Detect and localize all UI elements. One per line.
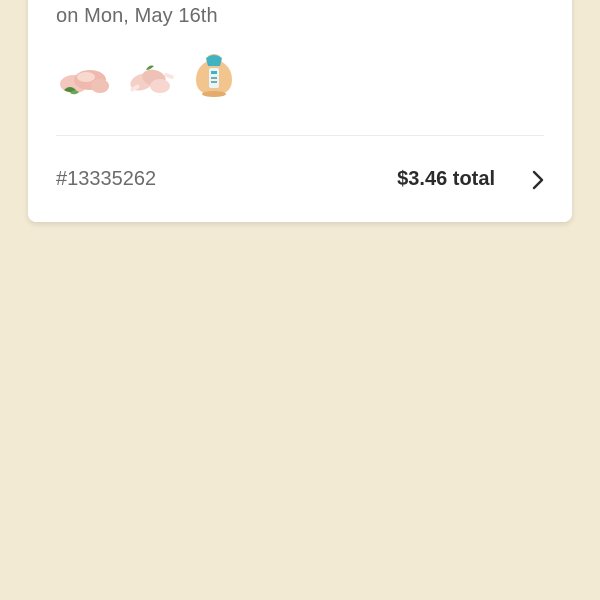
raw-chicken-drumsticks-image: [130, 65, 174, 93]
chevron-right-icon[interactable]: [528, 168, 548, 192]
packaged-whole-chicken-image: [196, 54, 232, 97]
raw-chicken-pieces-image: [60, 70, 109, 95]
order-total: $3.46 total: [397, 168, 495, 190]
order-item-thumbnails: [56, 50, 240, 102]
order-date: on Mon, May 16th: [56, 5, 218, 27]
order-number: #13335262: [56, 168, 157, 190]
order-card[interactable]: on Mon, May 16th #13335262 $3.46 total: [28, 0, 572, 222]
divider: [56, 135, 544, 136]
